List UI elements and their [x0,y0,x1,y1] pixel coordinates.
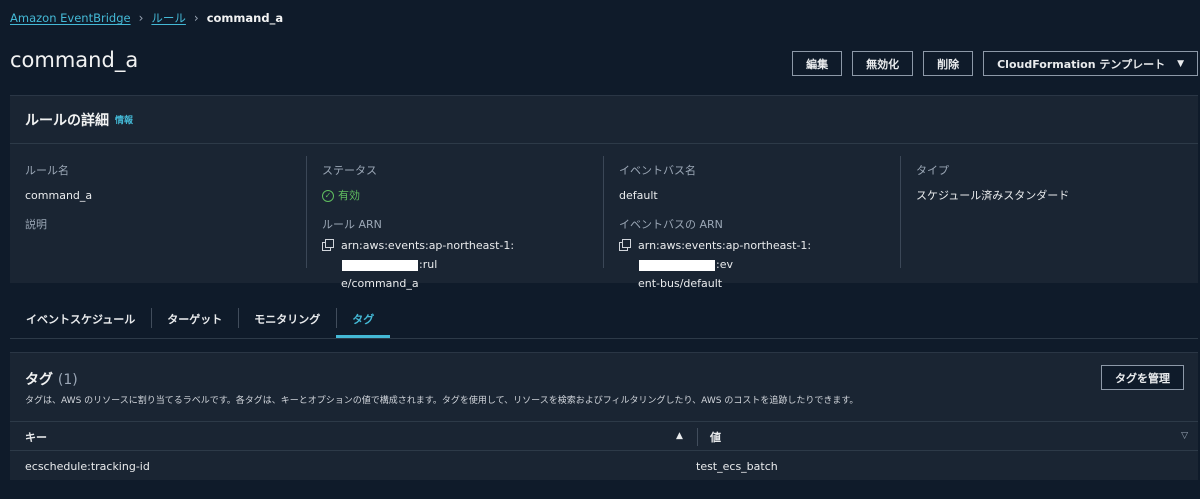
sort-descending-icon[interactable]: ▽ [1181,431,1188,441]
column-header-key[interactable]: キー [25,422,47,452]
tags-description: タグは、AWS のリソースに割り当てるラベルです。各タグは、キーとオプションの値… [25,396,859,406]
rule-arn-label: ルール ARN [322,218,382,231]
tabs-divider [10,338,1198,339]
event-bus-arn-label: イベントバスの ARN [619,218,723,231]
rule-arn-suffix-2: e/command_a [341,277,419,290]
page-title: command_a [10,48,139,72]
edit-button[interactable]: 編集 [792,51,843,76]
redacted-account-id [342,259,418,271]
copy-icon[interactable] [619,239,631,251]
description-label: 説明 [25,218,47,231]
chevron-right-icon: › [138,11,144,25]
tags-count: (1) [57,372,78,388]
breadcrumb: Amazon EventBridge › ルール › command_a [10,10,283,26]
rule-tabs: イベントスケジュール ターゲット モニタリング タグ [10,300,391,338]
sort-ascending-icon[interactable]: ▲ [676,431,683,441]
details-column-rule: ルール名 command_a 説明 [10,156,307,268]
cloudformation-template-label: CloudFormation テンプレート [997,57,1166,71]
details-column-status: ステータス ✓ 有効 ルール ARN arn:aws:events:ap-nor… [307,156,604,290]
tab-event-schedule[interactable]: イベントスケジュール [10,300,151,338]
manage-tags-label: タグを管理 [1115,371,1170,385]
column-divider[interactable] [697,428,698,446]
manage-tags-button[interactable]: タグを管理 [1101,365,1184,390]
event-bus-arn: arn:aws:events:ap-northeast-1::ev ent-bu… [619,236,889,293]
tags-table-header: キー ▲ 値 ▽ [10,421,1198,451]
breadcrumb-current: command_a [206,11,284,25]
rule-details-header: ルールの詳細 情報 [10,96,1198,144]
check-circle-icon: ✓ [322,189,334,202]
breadcrumb-rules-link[interactable]: ルール [151,10,186,26]
event-bus-arn-value: arn:aws:events:ap-northeast-1::ev ent-bu… [638,236,889,293]
delete-button-label: 削除 [937,57,960,71]
details-column-type: タイプ スケジュール済みスタンダード [901,156,1198,268]
rule-arn-suffix-1: :rul [419,258,438,271]
redacted-account-id [639,259,715,271]
tags-title: タグ (1) [25,369,78,389]
rule-details-title: ルールの詳細 [25,112,109,129]
status-label: ステータス [322,164,377,177]
caret-down-icon: ▼ [1177,58,1184,69]
event-bus-arn-suffix-1: :ev [716,258,733,271]
type-label: タイプ [916,164,949,177]
rule-name-label: ルール名 [25,164,69,177]
delete-button[interactable]: 削除 [923,51,974,76]
status-badge: ✓ 有効 [322,186,603,205]
event-bus-name-value: default [619,189,658,202]
header-actions: 編集 無効化 削除 CloudFormation テンプレート ▼ [792,51,1198,76]
event-bus-name-label: イベントバス名 [619,164,696,177]
tag-key-cell: ecschedule:tracking-id [25,459,150,473]
edit-button-label: 編集 [806,57,829,71]
rule-details-columns: ルール名 command_a 説明 ステータス ✓ 有効 ルール ARN arn… [10,156,1198,290]
tab-monitoring[interactable]: モニタリング [238,300,336,338]
event-bus-arn-prefix: arn:aws:events:ap-northeast-1: [638,239,812,252]
copy-icon[interactable] [322,239,334,251]
column-header-value[interactable]: 値 [710,422,721,452]
rule-arn: arn:aws:events:ap-northeast-1::rul e/com… [322,236,592,293]
tab-targets[interactable]: ターゲット [151,300,238,338]
disable-button[interactable]: 無効化 [852,51,914,76]
tags-panel: タグ (1) タグは、AWS のリソースに割り当てるラベルです。各タグは、キーと… [10,352,1198,480]
rule-arn-value: arn:aws:events:ap-northeast-1::rul e/com… [341,236,592,293]
event-bus-arn-suffix-2: ent-bus/default [638,277,723,290]
chevron-right-icon: › [193,11,199,25]
rule-arn-prefix: arn:aws:events:ap-northeast-1: [341,239,515,252]
table-row: ecschedule:tracking-id test_ecs_batch [10,451,1198,481]
rule-details-panel: ルールの詳細 情報 ルール名 command_a 説明 ステータス ✓ 有効 ル… [10,95,1198,290]
tag-value-cell: test_ecs_batch [696,459,778,473]
type-value: スケジュール済みスタンダード [916,189,1070,202]
disable-button-label: 無効化 [866,57,900,71]
breadcrumb-eventbridge-link[interactable]: Amazon EventBridge [10,11,131,25]
details-column-event-bus: イベントバス名 default イベントバスの ARN arn:aws:even… [604,156,901,290]
tags-title-text: タグ [25,372,53,388]
rule-name-value: command_a [25,189,93,202]
status-value: 有効 [338,189,360,202]
info-link[interactable]: 情報 [115,113,133,126]
tab-tags[interactable]: タグ [336,300,391,338]
cloudformation-template-dropdown[interactable]: CloudFormation テンプレート ▼ [983,51,1198,76]
